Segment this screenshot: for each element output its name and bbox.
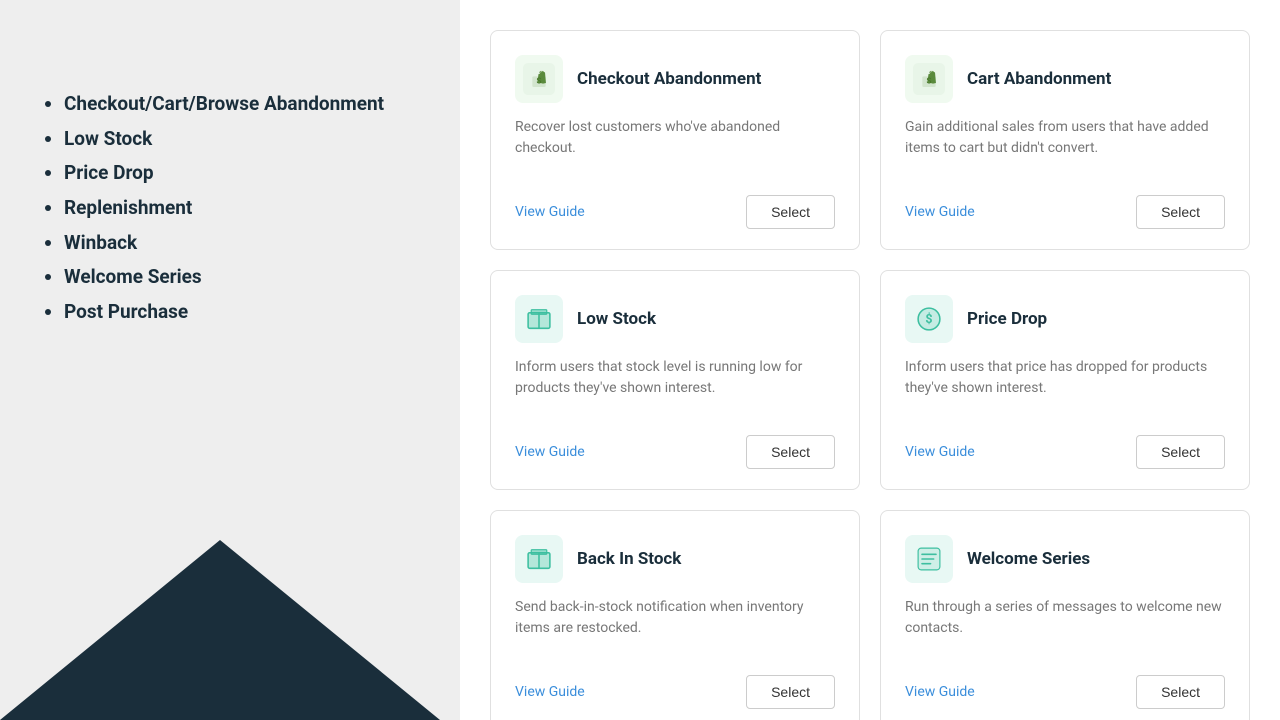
- card-title-cart-abandonment: Cart Abandonment: [967, 69, 1111, 89]
- select-button-back-in-stock[interactable]: Select: [746, 675, 835, 709]
- teal-dollar-icon: $: [905, 295, 953, 343]
- card-title-price-drop: Price Drop: [967, 309, 1047, 329]
- shopify-icon: S: [515, 55, 563, 103]
- svg-text:S: S: [927, 77, 932, 86]
- select-button-low-stock[interactable]: Select: [746, 435, 835, 469]
- card-footer-checkout-abandonment: View Guide Select: [515, 195, 835, 229]
- sidebar-list-item-0: Checkout/Cart/Browse Abandonment: [64, 92, 420, 117]
- card-title-welcome-series: Welcome Series: [967, 549, 1090, 569]
- card-back-in-stock: Back In Stock Send back-in-stock notific…: [490, 510, 860, 720]
- svg-text:S: S: [537, 77, 542, 86]
- teal-lines-icon: [905, 535, 953, 583]
- card-description-low-stock: Inform users that stock level is running…: [515, 357, 835, 415]
- teal-box-icon: [515, 295, 563, 343]
- card-title-checkout-abandonment: Checkout Abandonment: [577, 69, 761, 89]
- cards-grid: S Checkout Abandonment Recover lost cust…: [490, 30, 1250, 720]
- card-footer-back-in-stock: View Guide Select: [515, 675, 835, 709]
- card-header-cart-abandonment: S Cart Abandonment: [905, 55, 1225, 103]
- view-guide-link-back-in-stock[interactable]: View Guide: [515, 684, 585, 700]
- shopify-icon: S: [905, 55, 953, 103]
- card-header-checkout-abandonment: S Checkout Abandonment: [515, 55, 835, 103]
- sidebar-decoration-triangle: [0, 540, 440, 720]
- card-checkout-abandonment: S Checkout Abandonment Recover lost cust…: [490, 30, 860, 250]
- sidebar-list: Checkout/Cart/Browse Abandonment Low Stoc…: [40, 92, 420, 335]
- view-guide-link-low-stock[interactable]: View Guide: [515, 444, 585, 460]
- card-footer-welcome-series: View Guide Select: [905, 675, 1225, 709]
- card-footer-cart-abandonment: View Guide Select: [905, 195, 1225, 229]
- select-button-cart-abandonment[interactable]: Select: [1136, 195, 1225, 229]
- teal-box-icon: [515, 535, 563, 583]
- card-footer-low-stock: View Guide Select: [515, 435, 835, 469]
- card-description-back-in-stock: Send back-in-stock notification when inv…: [515, 597, 835, 655]
- card-description-welcome-series: Run through a series of messages to welc…: [905, 597, 1225, 655]
- sidebar-list-item-4: Winback: [64, 231, 420, 256]
- card-description-checkout-abandonment: Recover lost customers who've abandoned …: [515, 117, 835, 175]
- card-footer-price-drop: View Guide Select: [905, 435, 1225, 469]
- sidebar-list-item-1: Low Stock: [64, 127, 420, 152]
- card-description-cart-abandonment: Gain additional sales from users that ha…: [905, 117, 1225, 175]
- card-welcome-series: Welcome Series Run through a series of m…: [880, 510, 1250, 720]
- card-cart-abandonment: S Cart Abandonment Gain additional sales…: [880, 30, 1250, 250]
- sidebar-list-item-3: Replenishment: [64, 196, 420, 221]
- view-guide-link-welcome-series[interactable]: View Guide: [905, 684, 975, 700]
- card-low-stock: Low Stock Inform users that stock level …: [490, 270, 860, 490]
- sidebar-list-item-2: Price Drop: [64, 161, 420, 186]
- main-content: S Checkout Abandonment Recover lost cust…: [460, 0, 1280, 720]
- view-guide-link-cart-abandonment[interactable]: View Guide: [905, 204, 975, 220]
- card-header-back-in-stock: Back In Stock: [515, 535, 835, 583]
- select-button-checkout-abandonment[interactable]: Select: [746, 195, 835, 229]
- card-header-price-drop: $ Price Drop: [905, 295, 1225, 343]
- card-description-price-drop: Inform users that price has dropped for …: [905, 357, 1225, 415]
- card-header-low-stock: Low Stock: [515, 295, 835, 343]
- select-button-welcome-series[interactable]: Select: [1136, 675, 1225, 709]
- svg-text:$: $: [925, 312, 932, 327]
- sidebar-list-item-5: Welcome Series: [64, 265, 420, 290]
- sidebar-list-item-6: Post Purchase: [64, 300, 420, 325]
- card-title-low-stock: Low Stock: [577, 309, 656, 329]
- card-title-back-in-stock: Back In Stock: [577, 549, 681, 569]
- card-price-drop: $ Price Drop Inform users that price has…: [880, 270, 1250, 490]
- view-guide-link-price-drop[interactable]: View Guide: [905, 444, 975, 460]
- sidebar: Checkout/Cart/Browse Abandonment Low Stoc…: [0, 0, 460, 720]
- view-guide-link-checkout-abandonment[interactable]: View Guide: [515, 204, 585, 220]
- card-header-welcome-series: Welcome Series: [905, 535, 1225, 583]
- select-button-price-drop[interactable]: Select: [1136, 435, 1225, 469]
